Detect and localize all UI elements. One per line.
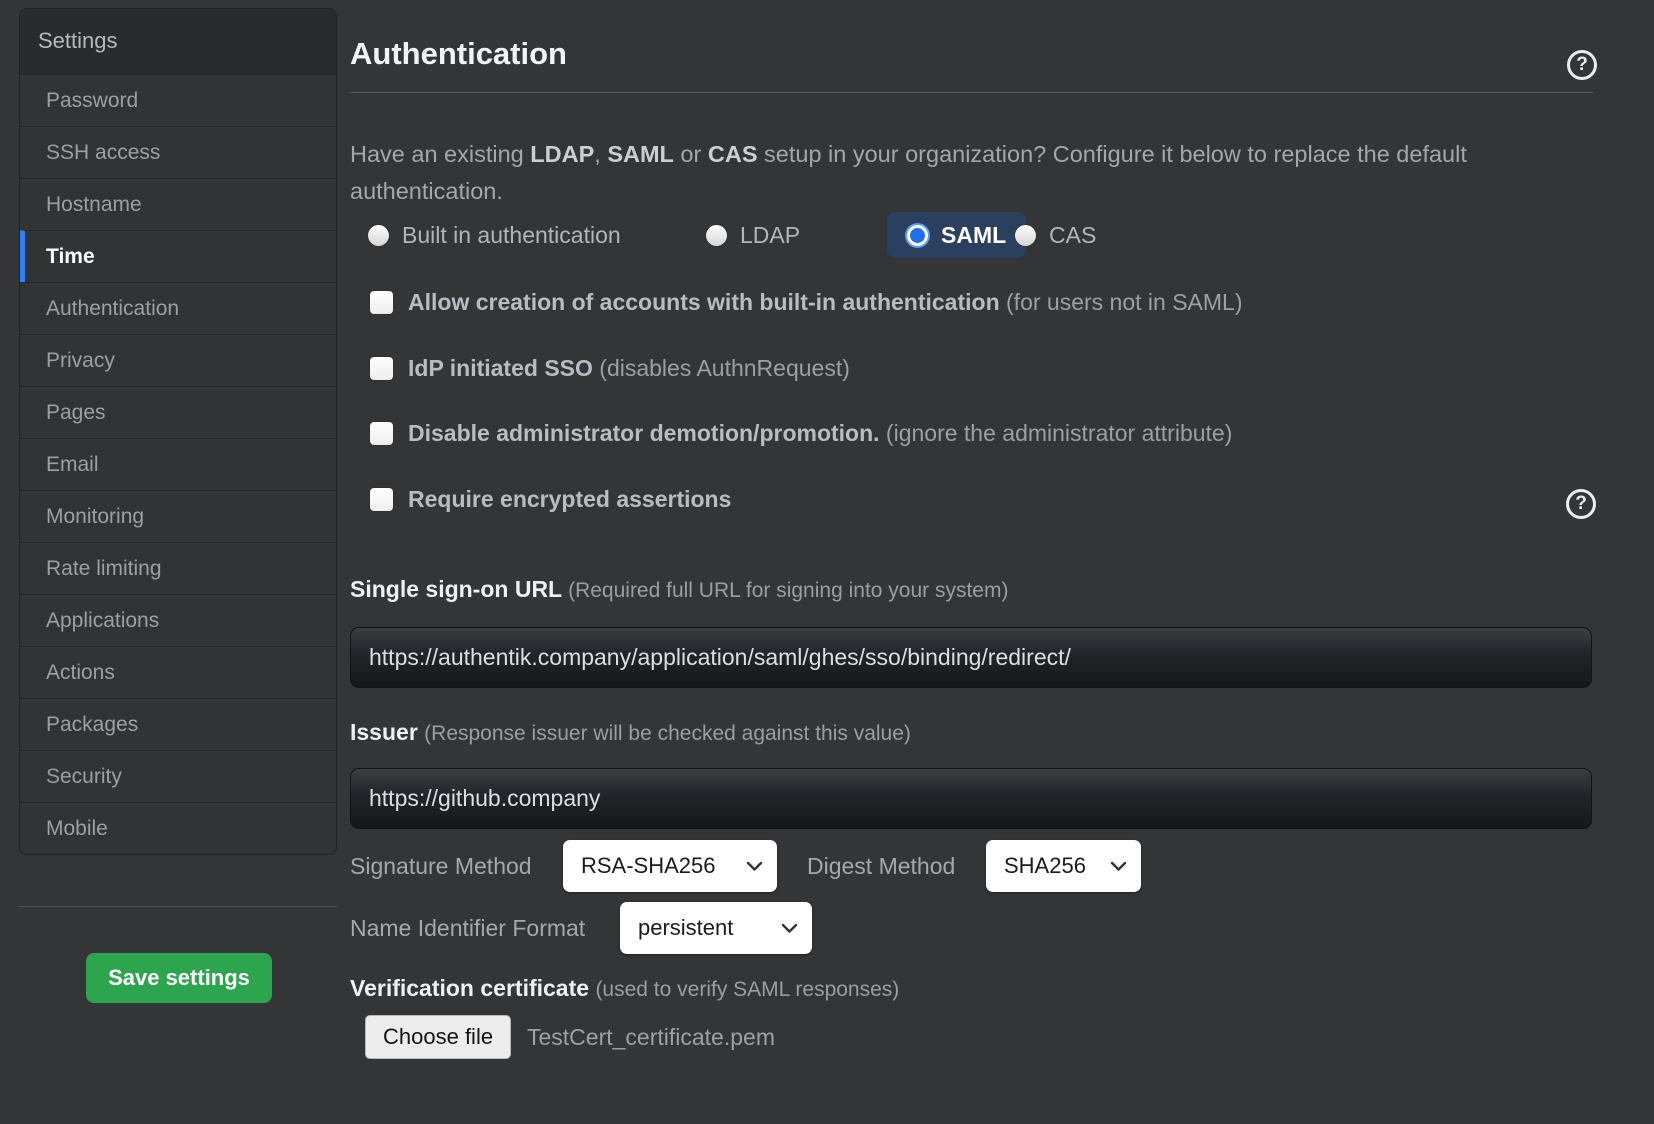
intro-text-segment: , [594,141,607,167]
verification-certificate-label: Verification certificate (used to verify… [350,975,899,1002]
page-title: Authentication [350,36,567,72]
sidebar-item-privacy[interactable]: Privacy [20,334,336,386]
sidebar-item-mobile[interactable]: Mobile [20,802,336,854]
sidebar-item-monitoring[interactable]: Monitoring [20,490,336,542]
checkbox-label-main: Require encrypted assertions [408,486,731,512]
sidebar-item-ssh-access[interactable]: SSH access [20,126,336,178]
sidebar-item-password[interactable]: Password [20,74,336,126]
sidebar-divider [19,906,337,907]
radio-label: SAML [941,222,1006,249]
save-settings-button[interactable]: Save settings [86,953,272,1003]
sidebar-nav: PasswordSSH accessHostnameTimeAuthentica… [20,74,336,854]
sidebar-item-pages[interactable]: Pages [20,386,336,438]
option-row-allow-creation-of-accounts-with-built-in-authentication[interactable]: Allow creation of accounts with built-in… [370,288,1242,316]
checkbox-idp-initiated-sso[interactable] [370,357,393,380]
sidebar-item-authentication[interactable]: Authentication [20,282,336,334]
intro-text-segment: or [674,141,708,167]
intro-bold-term: CAS [708,141,758,167]
checkbox-label-main: IdP initiated SSO [408,355,593,381]
sidebar-item-security[interactable]: Security [20,750,336,802]
signature-method-value: RSA-SHA256 [581,853,716,879]
auth-method-group: Built in authentication LDAP SAML CAS [0,212,1654,258]
auth-method-option-saml[interactable]: SAML [887,212,1026,258]
checkbox-label-main: Disable administrator demotion/promotion… [408,420,880,446]
option-row-idp-initiated-sso[interactable]: IdP initiated SSO (disables AuthnRequest… [370,354,850,382]
checkbox-label: Disable administrator demotion/promotion… [408,420,1232,447]
issuer-input[interactable] [350,768,1592,829]
checkbox-label-note: (ignore the administrator attribute) [880,420,1233,446]
sidebar-item-applications[interactable]: Applications [20,594,336,646]
issuer-hint: (Response issuer will be checked against… [424,722,911,745]
help-icon-encrypted-assertions[interactable]: ? [1566,489,1596,519]
option-row-disable-administrator-demotion-promotion[interactable]: Disable administrator demotion/promotion… [370,419,1232,447]
sso-url-label-text: Single sign-on URL [350,576,562,602]
radio-saml-selected[interactable] [907,225,928,246]
auth-method-option-cas[interactable]: CAS [1015,212,1096,258]
choose-file-button[interactable]: Choose file [365,1015,511,1059]
checkbox-require-encrypted-assertions[interactable] [370,488,393,511]
checkbox-label: Require encrypted assertions [408,486,731,513]
sidebar-item-rate-limiting[interactable]: Rate limiting [20,542,336,594]
sso-url-hint: (Required full URL for signing into your… [568,579,1008,602]
digest-method-label: Digest Method [807,840,955,892]
sidebar-item-actions[interactable]: Actions [20,646,336,698]
checkbox-allow-creation-of-accounts-with-built-in-authentication[interactable] [370,291,393,314]
chevron-down-icon [781,923,798,934]
digest-method-value: SHA256 [1004,853,1086,879]
checkbox-label-note: (for users not in SAML) [1000,289,1243,315]
auth-method-option-ldap[interactable]: LDAP [706,212,800,258]
issuer-label: Issuer (Response issuer will be checked … [350,719,911,746]
checkbox-label: Allow creation of accounts with built-in… [408,289,1242,316]
page: Settings PasswordSSH accessHostnameTimeA… [0,0,1654,1124]
name-identifier-format-value: persistent [638,915,733,941]
header-divider [350,92,1593,93]
sidebar-title: Settings [20,9,336,74]
sso-url-label: Single sign-on URL (Required full URL fo… [350,576,1008,603]
sidebar-item-email[interactable]: Email [20,438,336,490]
verification-certificate-label-text: Verification certificate [350,975,589,1001]
chevron-down-icon [1110,861,1127,872]
digest-method-select[interactable]: SHA256 [986,840,1141,892]
auth-method-option-built-in-authentication[interactable]: Built in authentication [368,212,621,258]
sso-url-input[interactable] [350,627,1592,688]
intro-bold-term: SAML [607,141,674,167]
intro-text-segment: Have an existing [350,141,530,167]
checkbox-label-note: (disables AuthnRequest) [593,355,850,381]
name-identifier-format-select[interactable]: persistent [620,902,812,954]
settings-sidebar: Settings PasswordSSH accessHostnameTimeA… [19,8,337,855]
radio-cas[interactable] [1015,225,1036,246]
verification-certificate-hint: (used to verify SAML responses) [595,978,899,1001]
radio-label: Built in authentication [402,222,621,249]
intro-text: Have an existing LDAP, SAML or CAS setup… [350,136,1495,210]
sidebar-item-packages[interactable]: Packages [20,698,336,750]
radio-label: CAS [1049,222,1096,249]
option-row-require-encrypted-assertions[interactable]: Require encrypted assertions [370,485,731,513]
checkbox-label: IdP initiated SSO (disables AuthnRequest… [408,355,850,382]
checkbox-disable-administrator-demotion-promotion[interactable] [370,422,393,445]
name-identifier-format-label: Name Identifier Format [350,902,585,954]
chosen-file-name: TestCert_certificate.pem [527,1015,775,1059]
radio-built-in-authentication[interactable] [368,225,389,246]
signature-method-select[interactable]: RSA-SHA256 [563,840,777,892]
intro-bold-term: LDAP [530,141,594,167]
chevron-down-icon [746,861,763,872]
checkbox-label-main: Allow creation of accounts with built-in… [408,289,1000,315]
radio-label: LDAP [740,222,800,249]
issuer-label-text: Issuer [350,719,418,745]
help-icon[interactable]: ? [1567,50,1597,80]
signature-method-label: Signature Method [350,840,532,892]
radio-ldap[interactable] [706,225,727,246]
